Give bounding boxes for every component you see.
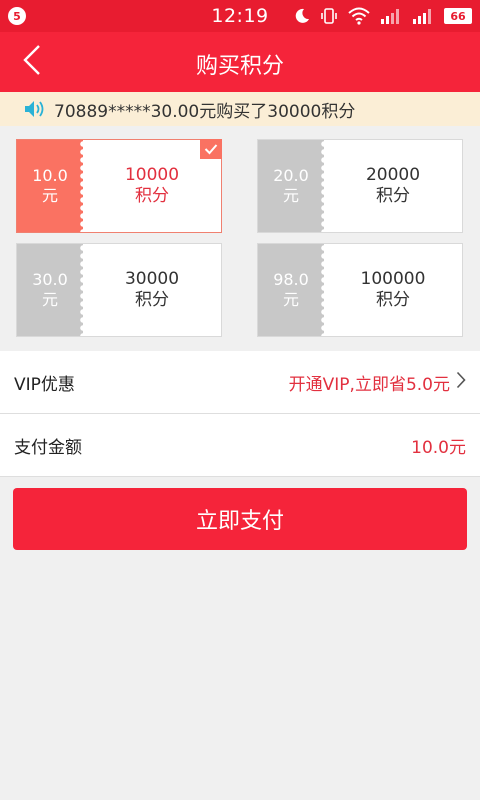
package-price: 30.0 元	[17, 244, 87, 336]
price-unit: 元	[282, 186, 299, 205]
points-value: 100000	[360, 269, 426, 289]
points-value: 20000	[365, 165, 421, 185]
price-value: 10.0	[32, 166, 68, 185]
battery-icon: 66	[444, 8, 472, 24]
points-unit: 积分	[135, 290, 169, 310]
price-unit: 元	[41, 186, 58, 205]
vip-label: VIP优惠	[14, 374, 75, 395]
package-100000[interactable]: 98.0 元 100000 积分	[257, 243, 463, 337]
package-price: 10.0 元	[17, 140, 87, 232]
pay-now-button[interactable]: 立即支付	[13, 488, 467, 550]
app-header: 购买积分	[0, 32, 480, 92]
vip-offer-text: 开通VIP,立即省5.0元	[288, 374, 450, 395]
points-unit: 积分	[376, 290, 410, 310]
package-points: 30000 积分	[83, 244, 221, 336]
vibrate-icon	[320, 7, 338, 25]
price-unit: 元	[282, 290, 299, 309]
payment-amount-row: 支付金额 10.0元	[0, 414, 480, 476]
signal-icon	[380, 8, 402, 24]
moon-icon	[294, 8, 310, 24]
price-value: 98.0	[273, 270, 309, 289]
wifi-icon	[348, 7, 370, 25]
points-value: 30000	[124, 269, 180, 289]
points-unit: 积分	[376, 186, 410, 206]
package-points: 20000 积分	[324, 140, 462, 232]
package-price: 98.0 元	[258, 244, 328, 336]
package-20000[interactable]: 20.0 元 20000 积分	[257, 139, 463, 233]
package-10000[interactable]: 10.0 元 10000 积分	[16, 139, 222, 233]
divider	[0, 476, 480, 477]
points-value: 10000	[124, 165, 180, 185]
price-value: 20.0	[273, 166, 309, 185]
selected-check-icon	[200, 139, 222, 159]
payment-label: 支付金额	[14, 437, 82, 458]
page-title: 购买积分	[195, 54, 284, 79]
package-points: 100000 积分	[324, 244, 462, 336]
price-value: 30.0	[32, 270, 68, 289]
vip-discount-row[interactable]: VIP优惠 开通VIP,立即省5.0元	[0, 351, 480, 413]
signal-icon	[412, 8, 434, 24]
vip-offer[interactable]: 开通VIP,立即省5.0元	[289, 370, 466, 395]
purchase-notice: 70889*****30.00元购买了30000积分	[0, 92, 480, 126]
chevron-right-icon	[456, 371, 466, 394]
status-bar: 5 12:19 66	[0, 0, 480, 32]
status-icons: 66	[294, 5, 472, 27]
package-30000[interactable]: 30.0 元 30000 积分	[16, 243, 222, 337]
package-price: 20.0 元	[258, 140, 328, 232]
points-unit: 积分	[135, 186, 169, 206]
speaker-icon	[24, 99, 46, 119]
notice-text: 70889*****30.00元购买了30000积分	[54, 101, 356, 122]
price-unit: 元	[41, 290, 58, 309]
payment-amount: 10.0元	[411, 437, 466, 458]
